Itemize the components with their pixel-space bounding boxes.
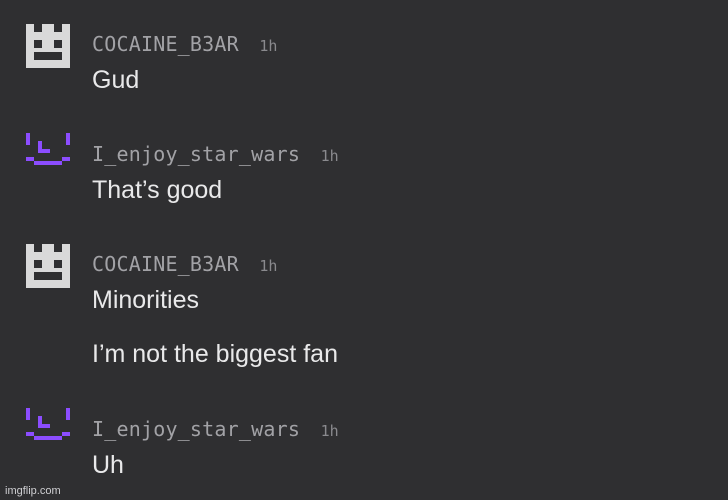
comment-meta: COCAINE_B3AR 1h bbox=[92, 252, 277, 276]
comment-text: Minorities bbox=[92, 286, 199, 314]
timestamp: 1h bbox=[320, 147, 339, 165]
timestamp: 1h bbox=[259, 257, 278, 275]
comment-text: Uh bbox=[92, 451, 124, 479]
username-link[interactable]: COCAINE_B3AR bbox=[92, 32, 239, 56]
username-link[interactable]: I_enjoy_star_wars bbox=[92, 417, 300, 441]
avatar[interactable] bbox=[26, 133, 70, 177]
username-link[interactable]: I_enjoy_star_wars bbox=[92, 142, 300, 166]
comment-meta: I_enjoy_star_wars 1h bbox=[92, 417, 339, 441]
comment-meta: I_enjoy_star_wars 1h bbox=[92, 142, 339, 166]
pixel-smile-purple-icon bbox=[26, 408, 70, 440]
timestamp: 1h bbox=[320, 422, 339, 440]
pixel-face-gray-icon bbox=[26, 244, 70, 288]
username-link[interactable]: COCAINE_B3AR bbox=[92, 252, 239, 276]
comment-text: That’s good bbox=[92, 176, 223, 204]
comment-text: I’m not the biggest fan bbox=[92, 340, 338, 368]
pixel-smile-purple-icon bbox=[26, 133, 70, 165]
avatar[interactable] bbox=[26, 408, 70, 452]
pixel-face-gray-icon bbox=[26, 24, 70, 68]
timestamp: 1h bbox=[259, 37, 278, 55]
watermark: imgflip.com bbox=[5, 485, 61, 497]
avatar[interactable] bbox=[26, 24, 70, 68]
comment-text: Gud bbox=[92, 66, 140, 94]
comment-meta: COCAINE_B3AR 1h bbox=[92, 32, 277, 56]
avatar[interactable] bbox=[26, 244, 70, 288]
